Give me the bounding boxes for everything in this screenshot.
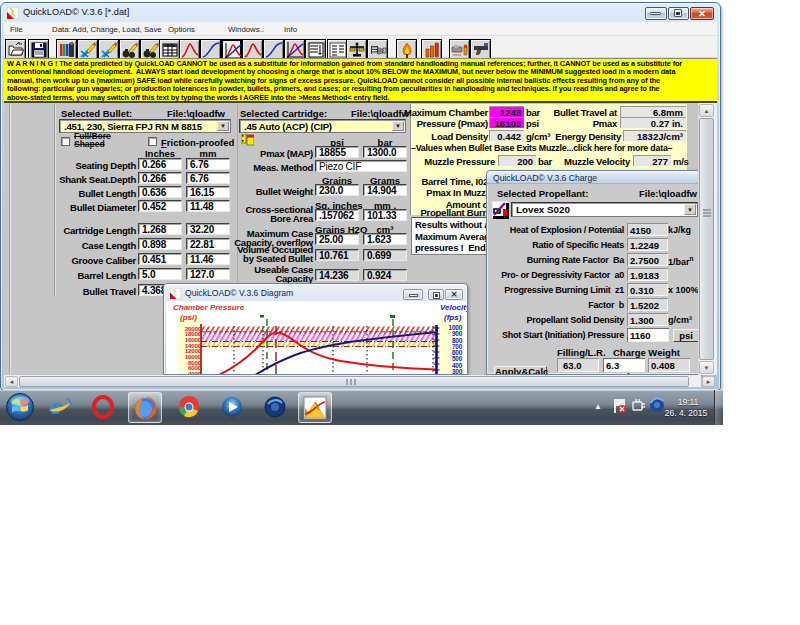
svg-text:e: e	[50, 395, 62, 418]
